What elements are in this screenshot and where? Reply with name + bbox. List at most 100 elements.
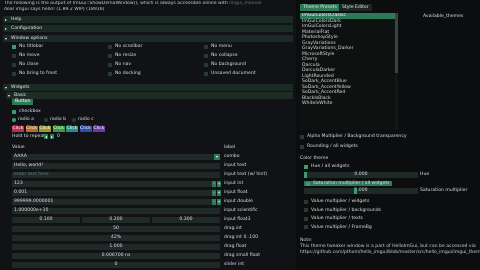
- hue-toggle[interactable]: Hue / all widgets: [304, 164, 349, 169]
- window-option-checkbox[interactable]: No collapse: [204, 53, 238, 58]
- radio-c[interactable]: radio c: [72, 117, 94, 122]
- input-float[interactable]: 0.001: [12, 190, 212, 196]
- manual-link[interactable]: imgui_manual: [229, 1, 261, 6]
- combo-label: combo: [224, 154, 240, 159]
- value-multiplier-toggle[interactable]: Value multiplier / texts: [304, 216, 363, 221]
- rounding-toggle[interactable]: Rounding / all widgets: [300, 144, 358, 149]
- saturation-slider[interactable]: 1.000: [304, 188, 418, 194]
- click-button[interactable]: Click: [12, 126, 24, 132]
- rounding-label: Rounding / all widgets: [307, 144, 358, 149]
- click-button[interactable]: Click: [52, 126, 65, 132]
- window-option-label: No move: [19, 53, 40, 58]
- alpha-multiplier-toggle[interactable]: Alpha Multiplier / Background transparen…: [300, 134, 407, 139]
- header-window-options[interactable]: ▾ Window options: [3, 35, 293, 42]
- theme-list[interactable]: ImGuiColorsClassic ImGuiColorsDark ImGuiCo…: [300, 13, 395, 130]
- input-float3-x[interactable]: 0.100: [12, 217, 80, 223]
- input-float3-z[interactable]: 0.300: [152, 217, 220, 223]
- checkbox-box: [12, 109, 16, 114]
- minus-button[interactable]: -: [212, 199, 216, 205]
- header-widgets-label: Widgets: [11, 85, 30, 90]
- intro-line-1: The following is the output of ImGui::Sh…: [4, 1, 292, 6]
- value-multiplier-toggle[interactable]: Value multiplier / backgrounds: [304, 208, 381, 213]
- window-option-label: No titlebar: [19, 44, 44, 49]
- input-float3-y[interactable]: 0.200: [82, 217, 150, 223]
- tab-theme-presets[interactable]: Theme Presets: [300, 4, 341, 11]
- hue-box: [304, 164, 308, 169]
- header-widgets[interactable]: ▾ Widgets: [3, 84, 293, 91]
- input-int[interactable]: 123: [12, 181, 212, 187]
- value-multiplier-label: Value multiplier / FrameBg: [311, 224, 372, 230]
- value-multiplier-toggle[interactable]: Value multiplier / FrameBg: [304, 225, 372, 230]
- arrow-right-button[interactable]: ▸: [50, 134, 54, 139]
- value-multiplier-toggle[interactable]: Value multiplier / widgets: [304, 199, 369, 204]
- window-option-label: No docking: [115, 71, 141, 76]
- window-option-checkbox[interactable]: No menu: [204, 44, 232, 49]
- minus-button[interactable]: -: [212, 190, 216, 196]
- drag-int-0-100[interactable]: 42%: [12, 235, 220, 241]
- click-button[interactable]: Click: [66, 126, 78, 132]
- window-option-checkbox[interactable]: No bring to front: [12, 71, 57, 76]
- input-text[interactable]: Hello, world!: [12, 163, 220, 169]
- drag-int[interactable]: 50: [12, 226, 220, 232]
- window-option-checkbox[interactable]: No docking: [108, 71, 141, 76]
- window-option-checkbox[interactable]: No scrollbar: [108, 44, 142, 49]
- radio-c-label: radio c: [78, 117, 94, 122]
- tab-style-editor[interactable]: Style Editor: [339, 4, 372, 11]
- input-scientific[interactable]: 1.000000e+10: [12, 208, 220, 214]
- header-configuration[interactable]: ▸ Configuration: [3, 25, 293, 32]
- drag-float[interactable]: 1.000: [12, 244, 220, 250]
- drag-int-0-100-label: drag int 0..100: [224, 235, 259, 240]
- saturation-slider-grab[interactable]: [354, 188, 357, 194]
- basic-button[interactable]: Button: [12, 99, 34, 105]
- input-double[interactable]: 999999.0000001: [12, 199, 212, 205]
- checkbox-box: [204, 71, 208, 76]
- hue-slider-grab[interactable]: [304, 172, 307, 178]
- saturation-toggle[interactable]: Saturation multiplier / all widgets: [304, 181, 392, 186]
- window-option-checkbox[interactable]: No close: [12, 62, 39, 67]
- radio-b-dot: [44, 117, 48, 122]
- arrow-left-button[interactable]: ◂: [44, 134, 48, 139]
- caret-down-icon: ▾: [8, 93, 11, 98]
- checkbox[interactable]: checkbox: [12, 109, 41, 114]
- radio-a-dot: [12, 117, 16, 122]
- drag-small-float[interactable]: 0.006700 ns: [12, 253, 220, 259]
- note-title: Note:: [300, 238, 313, 243]
- plus-button[interactable]: +: [217, 190, 221, 196]
- window-option-checkbox[interactable]: No move: [12, 53, 40, 58]
- window-option-checkbox[interactable]: Unsaved document: [204, 71, 256, 76]
- window-option-label: No bring to front: [19, 71, 58, 76]
- radio-a[interactable]: radio a: [12, 117, 34, 122]
- plus-button[interactable]: +: [217, 181, 221, 187]
- slider-int[interactable]: 0: [12, 262, 220, 268]
- checkbox-box: [12, 71, 16, 76]
- window-option-label: No background: [211, 62, 246, 67]
- note-text: This theme tweaker window is a part of H…: [300, 244, 480, 255]
- caret-down-icon: ▾: [5, 85, 8, 90]
- window-option-checkbox[interactable]: No background: [204, 62, 246, 67]
- click-button[interactable]: Click: [79, 126, 92, 132]
- window-option-checkbox[interactable]: No titlebar: [12, 44, 43, 49]
- window-option-checkbox[interactable]: No nav: [108, 62, 131, 67]
- scrollbar-thumb[interactable]: [395, 13, 398, 73]
- hue-slider[interactable]: 0.000: [304, 172, 418, 178]
- radio-b[interactable]: radio b: [44, 117, 66, 122]
- intro-text: The following is the output of ImGui::Sh…: [4, 1, 228, 6]
- minus-button[interactable]: -: [212, 181, 216, 187]
- input-text-hint[interactable]: enter text here: [12, 172, 220, 178]
- theme-list-item[interactable]: WhiteIsWhite: [300, 101, 395, 107]
- rounding-box: [300, 144, 304, 149]
- header-help[interactable]: ▸ Help: [3, 16, 293, 23]
- theme-list-scrollbar[interactable]: [395, 13, 398, 130]
- intro-line-2: dear imgui says hello! (1.89.2 WIP) (189…: [4, 7, 105, 12]
- click-button[interactable]: Click: [93, 126, 105, 132]
- input-float-label: input float: [224, 190, 248, 195]
- header-basic[interactable]: ▾ Basic: [6, 92, 293, 99]
- click-button[interactable]: Click: [39, 126, 51, 132]
- window-option-checkbox[interactable]: No resize: [108, 53, 136, 58]
- chevron-down-icon[interactable]: ▾: [214, 154, 220, 160]
- click-button[interactable]: Click: [25, 126, 38, 132]
- combo-box[interactable]: AAAA: [12, 154, 220, 160]
- drag-small-float-label: drag small float: [224, 253, 261, 258]
- plus-button[interactable]: +: [217, 199, 221, 205]
- saturation-label: Saturation multiplier: [420, 188, 468, 193]
